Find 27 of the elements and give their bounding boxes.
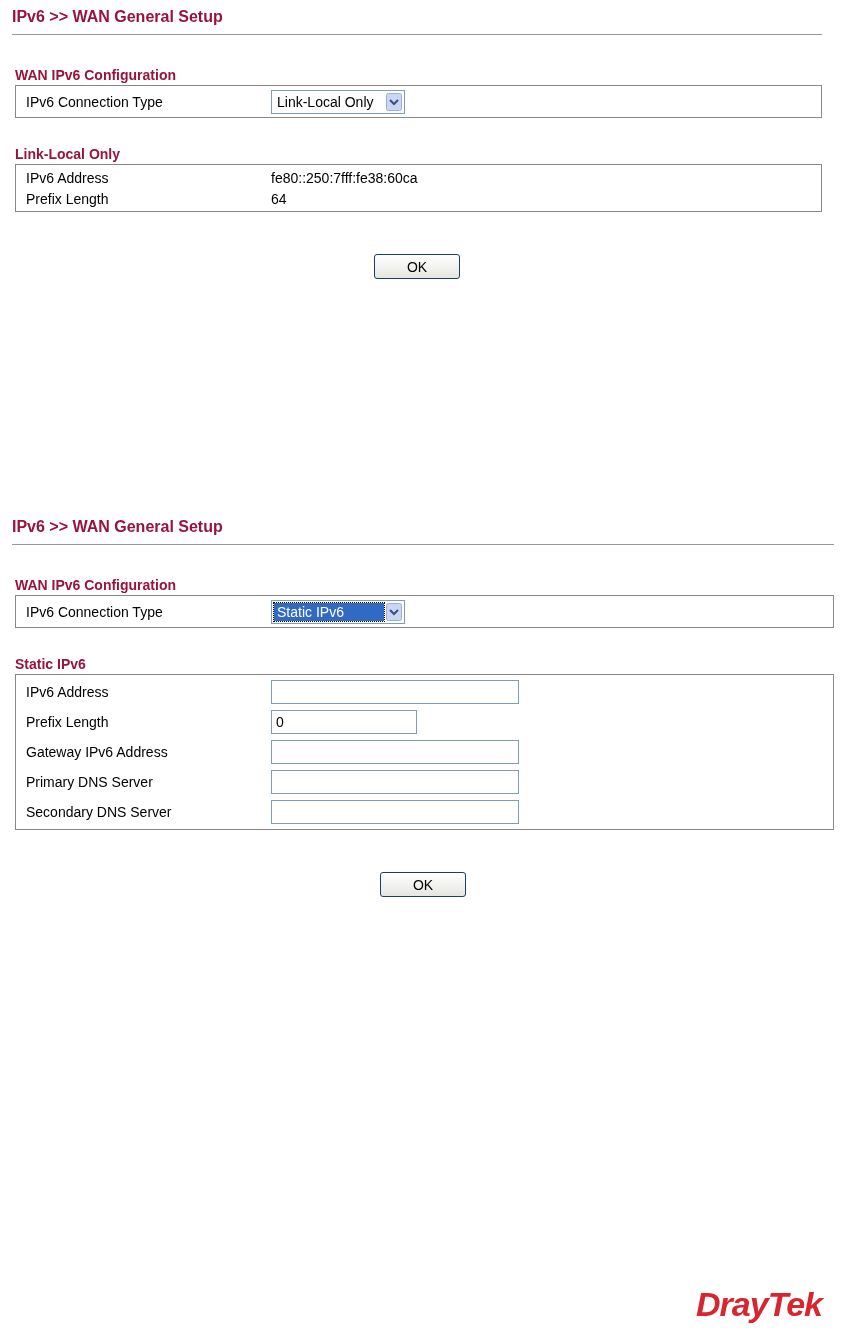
field-label: Prefix Length <box>26 714 110 730</box>
field-label: Primary DNS Server <box>26 774 154 790</box>
ok-button[interactable]: OK <box>380 872 466 897</box>
page-title: IPv6 >> WAN General Setup <box>12 7 224 27</box>
field-label: IPv6 Connection Type <box>26 93 164 110</box>
logo: DrayTek <box>696 1285 822 1324</box>
connection-type-dropdown[interactable]: Link-Local Only <box>271 89 405 114</box>
connection-type-dropdown[interactable]: Static IPv6 <box>271 599 405 624</box>
field-label: Prefix Length <box>26 190 110 207</box>
input-field[interactable] <box>271 770 519 794</box>
input-field[interactable]: 0 <box>271 710 417 734</box>
page-title: IPv6 >> WAN General Setup <box>12 517 224 537</box>
field-label: IPv6 Connection Type <box>26 603 164 620</box>
field-label: Secondary DNS Server <box>26 804 173 820</box>
section-heading: WAN IPv6 Configuration <box>15 577 177 594</box>
input-field[interactable] <box>271 680 519 704</box>
section-heading: Static IPv6 <box>15 656 87 673</box>
input-field[interactable] <box>271 800 519 824</box>
field-value: fe80::250:7fff:fe38:60ca <box>271 169 418 186</box>
section-heading: Link-Local Only <box>15 146 121 163</box>
field-label: Gateway IPv6 Address <box>26 744 169 760</box>
field-value: 64 <box>271 190 287 207</box>
field-label: IPv6 Address <box>26 684 110 700</box>
ok-button[interactable]: OK <box>374 254 460 279</box>
field-label: IPv6 Address <box>26 169 110 186</box>
input-field[interactable] <box>271 740 519 764</box>
section-heading: WAN IPv6 Configuration <box>15 67 177 84</box>
